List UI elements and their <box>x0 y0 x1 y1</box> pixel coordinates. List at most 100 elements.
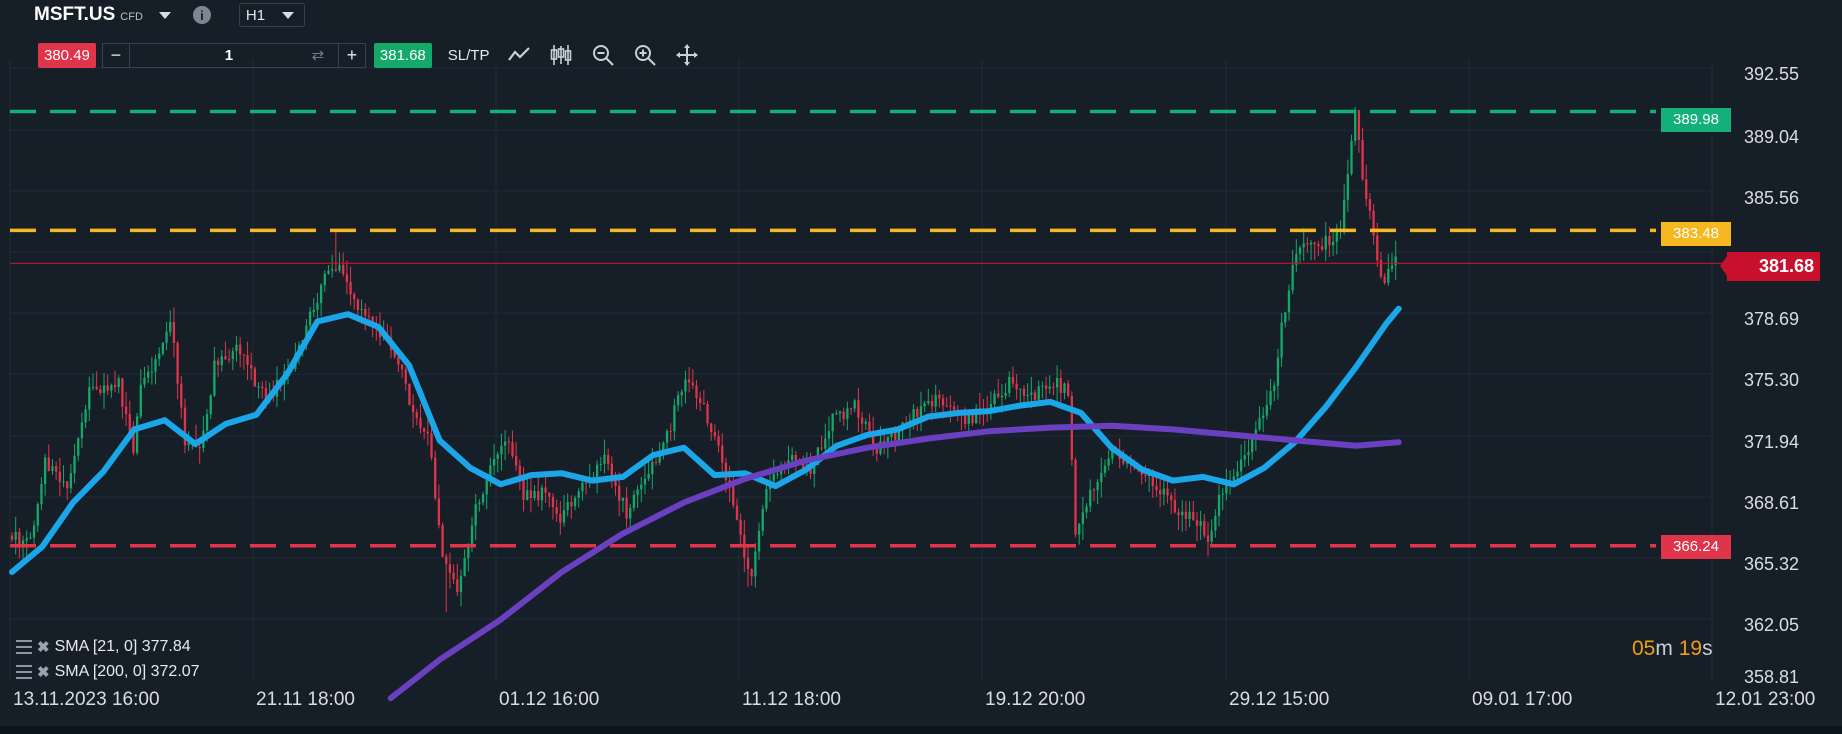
candle-body <box>106 385 109 391</box>
candle-body <box>1033 392 1037 400</box>
line-chart-icon[interactable] <box>507 43 531 67</box>
increase-button[interactable]: + <box>337 43 365 67</box>
candle-body <box>250 365 253 369</box>
candle-body <box>1074 459 1077 535</box>
candle-body <box>1221 493 1224 495</box>
candle-body <box>732 486 735 506</box>
candle-body <box>595 464 599 478</box>
candle-body <box>1354 110 1357 141</box>
y-tick: 392.55 <box>1744 64 1800 84</box>
close-icon[interactable]: ✖ <box>37 638 50 656</box>
candle-body <box>327 270 330 274</box>
candle-body <box>246 354 249 366</box>
candle-body <box>1387 268 1390 283</box>
candle-body <box>831 413 834 432</box>
candle-body <box>492 458 496 466</box>
zoom-in-icon[interactable] <box>633 43 657 67</box>
settings-icon[interactable] <box>16 665 32 679</box>
chart-canvas[interactable] <box>0 0 1842 734</box>
candle-body <box>1030 392 1033 395</box>
candle-body <box>1302 243 1305 248</box>
candle-body <box>912 409 915 421</box>
candle-body <box>334 269 337 271</box>
buy-button[interactable]: 381.68 <box>373 42 432 68</box>
sell-button[interactable]: 380.49 <box>38 42 96 68</box>
candle-body <box>213 360 216 396</box>
candle-body <box>235 344 238 352</box>
candle-body <box>1041 385 1044 387</box>
candle-body <box>1243 455 1246 460</box>
candle-body <box>669 430 672 432</box>
candle-body <box>949 405 952 407</box>
candle-body <box>73 455 76 474</box>
candle-body <box>474 504 477 526</box>
candle-body <box>69 473 73 489</box>
candle-body <box>342 264 345 275</box>
zoom-out-icon[interactable] <box>591 43 615 67</box>
candle-body <box>945 405 948 407</box>
candle-body <box>824 438 827 449</box>
candle-body <box>176 342 179 384</box>
candle-body <box>1048 386 1051 389</box>
candle-body <box>404 369 407 384</box>
candle-body <box>165 331 168 343</box>
quantity-stepper[interactable]: − 1 ⇄ + <box>101 42 366 68</box>
candle-body <box>397 357 400 365</box>
candle-body <box>1350 140 1353 174</box>
candle-body <box>1199 521 1202 526</box>
candle-body <box>400 364 404 370</box>
candle-body <box>1022 388 1026 396</box>
candle-body <box>1052 386 1055 388</box>
price-chart[interactable] <box>0 0 1842 734</box>
candle-body <box>1107 458 1110 466</box>
candle-body <box>43 457 47 485</box>
candle-body <box>684 379 687 392</box>
candle-body <box>643 478 647 485</box>
candle-body <box>408 383 411 405</box>
info-icon[interactable]: i <box>192 6 211 24</box>
candle-body <box>665 430 669 443</box>
candle-body <box>227 359 231 361</box>
candle-body <box>143 377 146 385</box>
candle-body <box>750 569 753 577</box>
candle-body <box>99 389 102 393</box>
y-tick: 368.61 <box>1744 493 1800 513</box>
candle-body <box>169 322 172 332</box>
candle-body <box>478 502 481 505</box>
x-tick: 19.12 20:00 <box>985 689 1086 710</box>
close-icon[interactable]: ✖ <box>37 663 50 681</box>
candle-body <box>356 299 360 310</box>
sltp-button[interactable]: SL/TP <box>448 47 490 64</box>
settings-icon[interactable] <box>16 640 32 654</box>
candle-body <box>838 411 842 414</box>
candle-body <box>139 384 142 417</box>
timer-seconds-unit: s <box>1702 637 1713 660</box>
candle-body <box>1155 486 1158 491</box>
candles-icon[interactable] <box>549 43 573 67</box>
legend-sma21[interactable]: ✖ SMA [21, 0] 377.84 <box>16 638 191 656</box>
candle-body <box>55 466 58 472</box>
move-icon[interactable] <box>675 43 699 67</box>
swap-icon[interactable]: ⇄ <box>298 46 338 64</box>
symbol-name[interactable]: MSFT.US <box>34 4 115 26</box>
candle-body <box>316 303 319 310</box>
candle-body <box>503 441 507 446</box>
timeframe-select[interactable]: H1 <box>238 3 305 27</box>
chevron-down-icon[interactable] <box>158 11 171 19</box>
candle-body <box>625 497 628 519</box>
symbol-type: CFD <box>120 11 143 23</box>
decrease-button[interactable]: − <box>103 43 130 67</box>
candle-body <box>1159 490 1162 495</box>
candle-body <box>1276 357 1280 386</box>
candle-body <box>14 532 17 540</box>
candle-body <box>25 538 28 541</box>
x-tick: 09.01 17:00 <box>1472 689 1573 710</box>
candle-body <box>997 393 1000 398</box>
candle-body <box>687 379 691 383</box>
y-tick: 378.69 <box>1744 309 1800 329</box>
candle-body <box>993 393 996 405</box>
candle-body <box>938 394 941 399</box>
quantity-input[interactable]: 1 <box>130 47 298 64</box>
legend-sma200[interactable]: ✖ SMA [200, 0] 372.07 <box>16 663 200 681</box>
candle-body <box>1011 376 1015 384</box>
